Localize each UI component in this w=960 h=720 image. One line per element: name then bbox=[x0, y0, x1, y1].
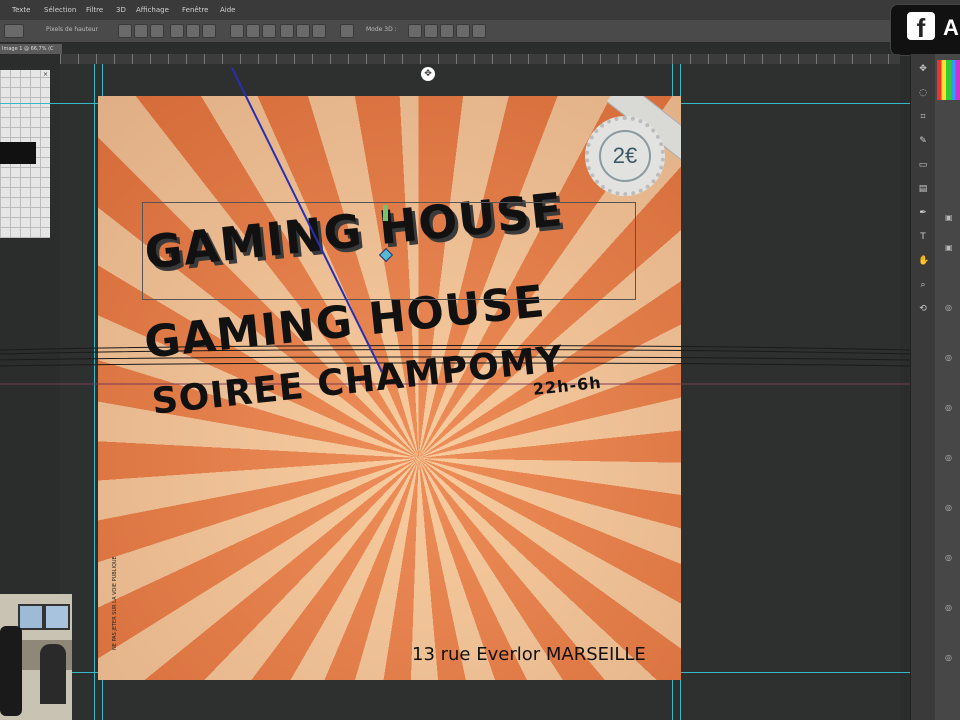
swatches-panel: ▣ ▣ ◎ ◎ ◎ ◎ ◎ ◎ ◎ ◎ bbox=[935, 54, 960, 720]
document-tab[interactable]: Image 1 @ 66,7% (C bbox=[0, 44, 62, 54]
lasso-icon[interactable]: ◌ bbox=[918, 88, 928, 98]
zoom-icon[interactable]: ⌕ bbox=[918, 280, 928, 290]
panel-icon-7[interactable]: ◎ bbox=[945, 504, 955, 512]
facebook-icon: f bbox=[907, 12, 935, 43]
align-center-icon[interactable] bbox=[134, 24, 148, 38]
menu-affichage[interactable]: Affichage bbox=[136, 6, 169, 14]
monitor-right bbox=[44, 604, 70, 630]
panel-icon-6[interactable]: ◎ bbox=[945, 454, 955, 462]
panel-icon-4[interactable]: ◎ bbox=[945, 354, 955, 362]
3d-scale-icon[interactable] bbox=[472, 24, 486, 38]
distribute-horizontal-icon[interactable] bbox=[280, 24, 294, 38]
horizontal-ruler bbox=[60, 54, 900, 64]
align-right-icon[interactable] bbox=[150, 24, 164, 38]
mode-3d-label: Mode 3D : bbox=[366, 26, 397, 33]
3d-y-axis-handle[interactable] bbox=[383, 205, 388, 221]
panel-icon-8[interactable]: ◎ bbox=[945, 554, 955, 562]
brush-icon[interactable]: ✎ bbox=[918, 136, 928, 146]
3d-rotate-icon[interactable] bbox=[408, 24, 422, 38]
legal-note: NE PAS JETER SUR LA VOIE PUBLIQUE bbox=[112, 556, 118, 650]
gradient-icon[interactable]: ▤ bbox=[918, 184, 928, 194]
distribute-bottom-icon[interactable] bbox=[202, 24, 216, 38]
crop-icon[interactable]: ⌗ bbox=[918, 112, 928, 122]
menu-selection[interactable]: Sélection bbox=[44, 6, 76, 14]
menu-fenetre[interactable]: Fenêtre bbox=[182, 6, 208, 14]
chair bbox=[0, 626, 22, 716]
3d-pan-icon[interactable] bbox=[440, 24, 454, 38]
panel-icon-1[interactable]: ▣ bbox=[945, 214, 955, 222]
3d-slide-icon[interactable] bbox=[456, 24, 470, 38]
align-left-icon[interactable] bbox=[118, 24, 132, 38]
distribute-left-icon[interactable] bbox=[230, 24, 244, 38]
panel-icon-10[interactable]: ◎ bbox=[945, 654, 955, 662]
close-icon[interactable]: × bbox=[43, 71, 48, 78]
webcam-overlay bbox=[0, 594, 72, 720]
move-icon[interactable]: ✥ bbox=[918, 64, 928, 74]
panel-icon-3[interactable]: ◎ bbox=[945, 304, 955, 312]
eraser-icon[interactable]: ▭ bbox=[918, 160, 928, 170]
auto-align-icon[interactable] bbox=[312, 24, 326, 38]
distribute-top-icon[interactable] bbox=[170, 24, 184, 38]
type-icon[interactable]: T bbox=[918, 232, 928, 242]
distribute-vertical-icon[interactable] bbox=[296, 24, 310, 38]
monitor-left bbox=[18, 604, 44, 630]
distribute-right-icon[interactable] bbox=[262, 24, 276, 38]
guide-vertical-left[interactable] bbox=[94, 64, 95, 720]
menu-aide[interactable]: Aide bbox=[220, 6, 235, 14]
menu-filtre[interactable]: Filtre bbox=[86, 6, 103, 14]
3d-orbit-icon[interactable]: ✥ bbox=[421, 67, 435, 81]
hand-icon[interactable]: ✋ bbox=[918, 256, 929, 266]
3d-rotate-tool-icon[interactable]: ⟲ bbox=[918, 304, 928, 314]
3d-roll-icon[interactable] bbox=[424, 24, 438, 38]
menu-bar: Texte Sélection Filtre 3D Affichage Fenê… bbox=[0, 0, 960, 20]
poster-address[interactable]: 13 rue Everlor MARSEILLE bbox=[412, 644, 646, 665]
menu-3d[interactable]: 3D bbox=[116, 6, 126, 14]
navigator-preview bbox=[0, 142, 36, 164]
height-field[interactable]: Pixels de hauteur bbox=[46, 26, 98, 33]
navigator-panel[interactable]: × bbox=[0, 70, 50, 238]
options-bar: Pixels de hauteur Mode 3D : bbox=[0, 20, 910, 43]
panel-icon-9[interactable]: ◎ bbox=[945, 604, 955, 612]
facebook-trailing-text: A bbox=[943, 15, 959, 40]
panel-icon-2[interactable]: ▣ bbox=[945, 244, 955, 252]
price-badge: 2€ bbox=[585, 116, 665, 196]
menu-texte[interactable]: Texte bbox=[12, 6, 30, 14]
person bbox=[40, 644, 66, 704]
tool-preset-button[interactable] bbox=[4, 24, 24, 38]
price-label: 2€ bbox=[599, 130, 651, 182]
panel-icon-5[interactable]: ◎ bbox=[945, 404, 955, 412]
pen-icon[interactable]: ✒ bbox=[918, 208, 928, 218]
distribute-center-icon[interactable] bbox=[246, 24, 260, 38]
tools-panel: ✥ ◌ ⌗ ✎ ▭ ▤ ✒ T ✋ ⌕ ⟲ bbox=[910, 54, 935, 720]
facebook-logo: f A bbox=[890, 4, 960, 56]
color-swatches[interactable] bbox=[937, 60, 960, 100]
distribute-middle-icon[interactable] bbox=[186, 24, 200, 38]
arrange-icon[interactable] bbox=[340, 24, 354, 38]
